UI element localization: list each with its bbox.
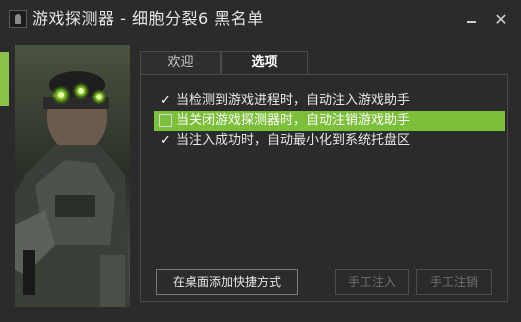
option-auto-inject-label: 当检测到游戏进程时，自动注入游戏助手 <box>176 93 411 108</box>
option-auto-uninject[interactable]: 当关闭游戏探测器时，自动注销游戏助手 <box>154 111 505 131</box>
option-auto-minimize[interactable]: ✓ 当注入成功时，自动最小化到系统托盘区 <box>154 131 505 151</box>
add-desktop-shortcut-button[interactable]: 在桌面添加快捷方式 <box>156 269 298 295</box>
title-bar[interactable]: 游戏探测器 - 细胞分裂6 黑名单 ✕ <box>0 0 521 40</box>
option-auto-uninject-label: 当关闭游戏探测器时，自动注销游戏助手 <box>176 113 411 128</box>
manual-uninject-button[interactable]: 手工注销 <box>416 269 492 295</box>
options-panel: ✓ 当检测到游戏进程时，自动注入游戏助手 当关闭游戏探测器时，自动注销游戏助手 … <box>140 74 508 302</box>
close-button[interactable]: ✕ <box>491 10 511 30</box>
app-icon <box>9 10 27 28</box>
tab-options[interactable]: 选项 <box>221 51 308 75</box>
checkbox-auto-minimize[interactable]: ✓ <box>159 134 172 147</box>
accent-bar <box>0 52 9 106</box>
checkbox-auto-inject[interactable]: ✓ <box>159 94 172 107</box>
option-auto-inject[interactable]: ✓ 当检测到游戏进程时，自动注入游戏助手 <box>154 91 505 111</box>
game-cover-art <box>15 45 130 307</box>
game-cover-image <box>15 45 130 307</box>
option-auto-minimize-label: 当注入成功时，自动最小化到系统托盘区 <box>176 133 411 148</box>
game-detector-window: 游戏探测器 - 细胞分裂6 黑名单 ✕ 欢迎 选项 ✓ 当检测到游戏进程时，自动… <box>0 0 521 322</box>
tab-welcome[interactable]: 欢迎 <box>140 51 221 75</box>
checkbox-auto-uninject[interactable] <box>159 114 172 127</box>
minimize-button[interactable] <box>462 10 482 30</box>
window-title: 游戏探测器 - 细胞分裂6 黑名单 <box>32 9 264 28</box>
manual-inject-button[interactable]: 手工注入 <box>335 269 409 295</box>
